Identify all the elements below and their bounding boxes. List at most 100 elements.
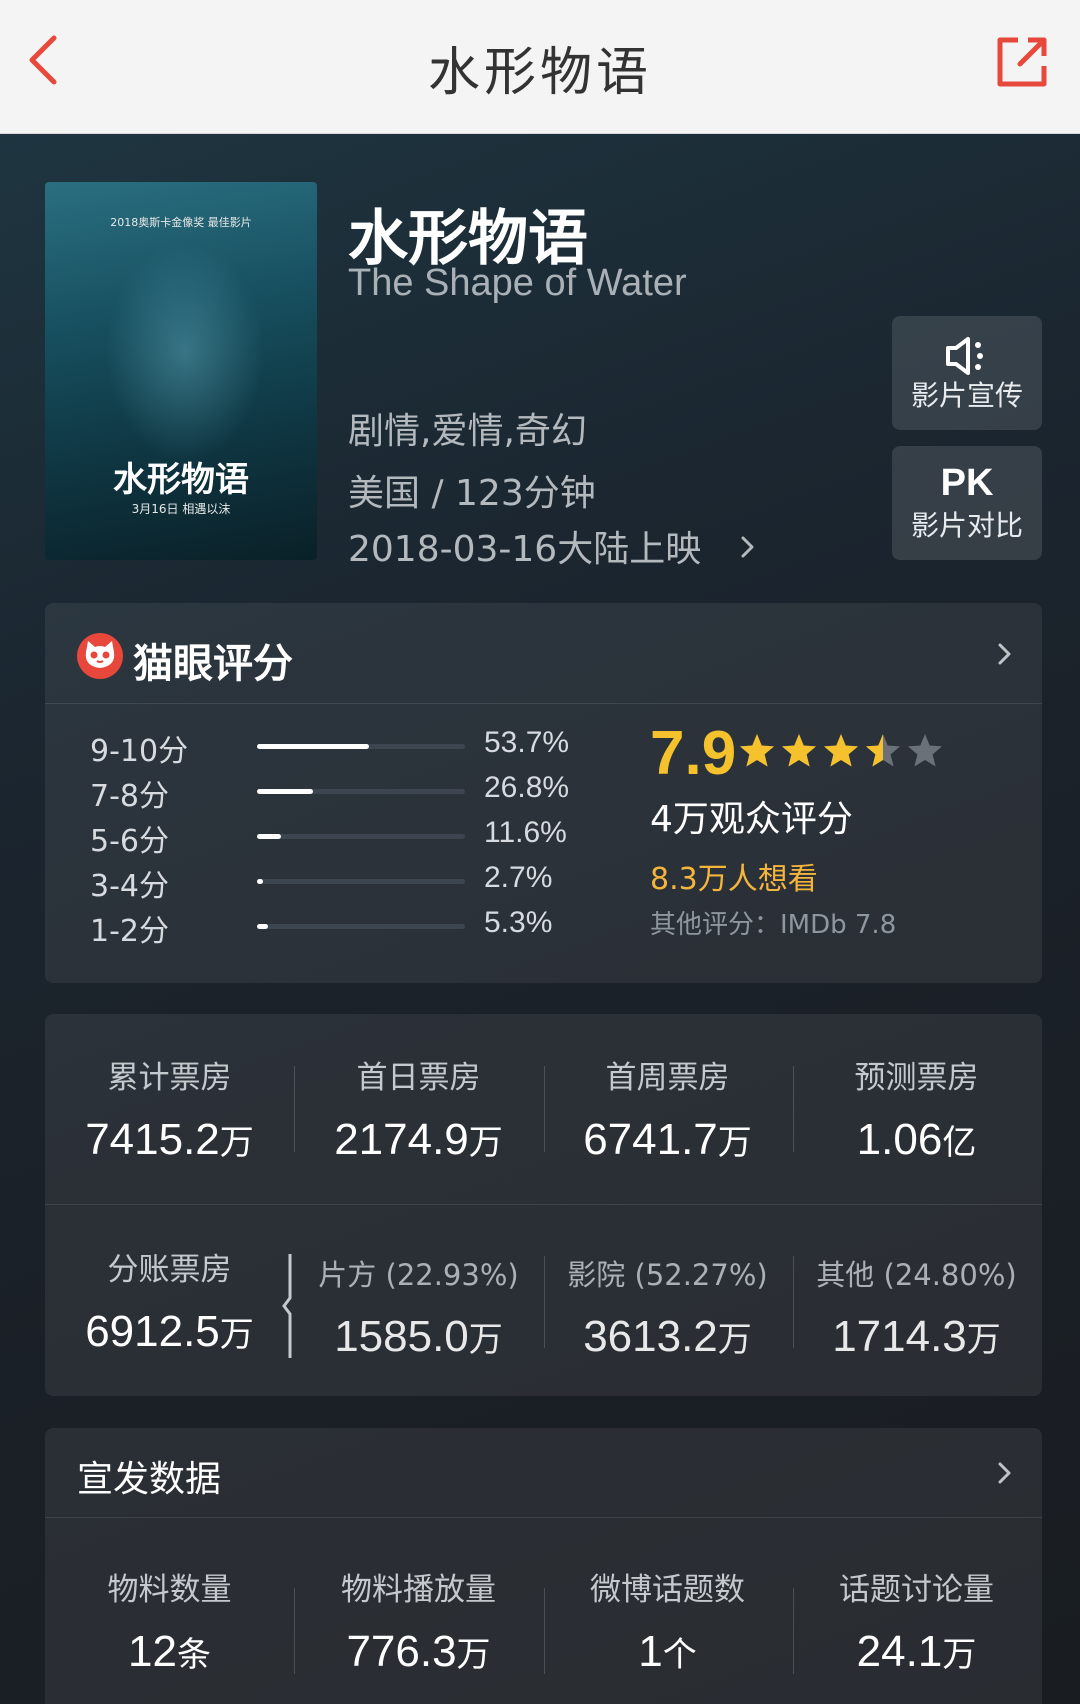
poster-artwork <box>105 242 265 462</box>
promotion-button[interactable]: 影片宣传 <box>892 316 1042 430</box>
star-icon <box>824 734 858 767</box>
movie-english-title: The Shape of Water <box>348 262 687 304</box>
box-office-unit: 万 <box>966 1320 1001 1360</box>
star-icon <box>908 734 942 767</box>
box-office-first-week: 首周票房 6741.7万 <box>543 1052 792 1165</box>
promo-unit: 条 <box>176 1635 211 1675</box>
box-office-split-total: 分账票房 6912.5万 <box>45 1244 294 1357</box>
rating-range-label: 3-4分 <box>90 869 169 904</box>
rating-distribution-row: 7-8分 26.8% <box>90 771 570 814</box>
divider <box>544 1588 545 1674</box>
box-office-caption: 分账票房 <box>107 1252 232 1288</box>
share-button[interactable] <box>994 34 1054 94</box>
promo-topic-discussion: 话题讨论量 24.1万 <box>792 1564 1041 1677</box>
movie-release-date[interactable]: 2018-03-16大陆上映 <box>348 520 701 572</box>
poster-title: 水形物语 <box>113 460 249 500</box>
page-title: 水形物语 <box>427 43 652 103</box>
divider <box>294 1066 295 1152</box>
rating-count: 4万观众评分 <box>650 799 853 840</box>
box-office-value: 3613.2 <box>583 1312 718 1361</box>
promo-material-count: 物料数量 12条 <box>45 1564 294 1677</box>
promo-value: 776.3 <box>346 1627 457 1676</box>
promo-unit: 万 <box>456 1635 491 1675</box>
box-office-value: 1.06 <box>856 1115 943 1164</box>
divider <box>793 1066 794 1152</box>
promo-caption: 话题讨论量 <box>839 1572 994 1608</box>
divider <box>544 1066 545 1152</box>
rating-percent: 26.8% <box>484 771 570 804</box>
rating-distribution-row: 9-10分 53.7% <box>90 726 570 769</box>
box-office-caption: 累计票房 <box>107 1060 232 1096</box>
rating-range-label: 5-6分 <box>90 824 169 859</box>
box-office-cumulative: 累计票房 7415.2万 <box>45 1052 294 1165</box>
rating-stars <box>738 732 944 770</box>
star-icon <box>866 734 900 767</box>
box-office-other: 其他 (24.80%) 1714.3万 <box>792 1252 1041 1362</box>
promotion-data-header[interactable]: 宣发数据 <box>45 1428 1042 1518</box>
box-office-forecast: 预测票房 1.06亿 <box>792 1052 1041 1165</box>
box-office-distributor: 片方 (22.93%) 1585.0万 <box>294 1252 543 1362</box>
poster-award-text: 2018奥斯卡金像奖 最佳影片 <box>110 216 252 229</box>
poster-date: 3月16日 相遇以沫 <box>131 502 231 516</box>
compare-button[interactable]: PK 影片对比 <box>892 446 1042 560</box>
rating-range-label: 9-10分 <box>90 734 189 769</box>
movie-country-duration: 美国 / 123分钟 <box>348 473 596 514</box>
box-office-value: 6741.7 <box>583 1115 718 1164</box>
box-office-caption: 首周票房 <box>605 1060 730 1096</box>
rating-range-label: 7-8分 <box>90 779 169 814</box>
rating-bar-fill <box>257 924 269 929</box>
promo-weibo-topics: 微博话题数 1个 <box>543 1564 792 1677</box>
box-office-unit: 万 <box>219 1123 254 1163</box>
divider <box>294 1588 295 1674</box>
box-office-unit: 万 <box>468 1320 503 1360</box>
rating-percent: 2.7% <box>484 861 553 894</box>
promo-caption: 微博话题数 <box>590 1572 745 1608</box>
promo-play-count: 物料播放量 776.3万 <box>294 1564 543 1677</box>
rating-range-label: 1-2分 <box>90 914 169 949</box>
speaker-icon <box>946 337 983 375</box>
other-score: 其他评分：IMDb 7.8 <box>650 910 897 940</box>
promo-unit: 个 <box>662 1635 697 1675</box>
promo-value: 24.1 <box>856 1627 943 1676</box>
rating-title: 猫眼评分 <box>133 641 293 687</box>
box-office-cinema: 影院 (52.27%) 3613.2万 <box>543 1252 792 1362</box>
promo-caption: 物料播放量 <box>341 1572 496 1608</box>
box-office-value: 7415.2 <box>85 1115 220 1164</box>
rating-bar-fill <box>257 744 369 749</box>
rating-distribution-row: 3-4分 2.7% <box>90 861 570 904</box>
rating-distribution-row: 1-2分 5.3% <box>90 906 570 949</box>
box-office-value: 6912.5 <box>85 1307 220 1356</box>
promotion-data-title: 宣发数据 <box>77 1459 222 1500</box>
promo-caption: 物料数量 <box>107 1572 232 1608</box>
rating-header[interactable]: 猫眼评分 <box>45 603 1042 704</box>
pk-icon: PK <box>940 462 994 504</box>
box-office-caption: 其他 (24.80%) <box>816 1258 1017 1292</box>
box-office-value: 2174.9 <box>334 1115 469 1164</box>
box-office-caption: 片方 (22.93%) <box>318 1258 519 1292</box>
movie-poster[interactable]: 2018奥斯卡金像奖 最佳影片 水形物语 3月16日 相遇以沫 <box>45 182 317 560</box>
box-office-caption: 预测票房 <box>854 1060 979 1096</box>
rating-percent: 5.3% <box>484 906 553 939</box>
chevron-right-icon <box>998 643 1011 665</box>
rating-percent: 11.6% <box>484 816 567 849</box>
box-office-unit: 万 <box>717 1123 752 1163</box>
rating-bar-track <box>257 744 465 749</box>
box-office-first-day: 首日票房 2174.9万 <box>294 1052 543 1165</box>
movie-genre: 剧情,爱情,奇幻 <box>348 411 587 452</box>
star-icon <box>782 734 816 767</box>
rating-percent: 53.7% <box>484 726 570 759</box>
divider <box>45 1204 1042 1205</box>
chevron-right-icon <box>998 1462 1011 1484</box>
chevron-right-icon[interactable] <box>738 532 758 562</box>
want-to-see-count: 8.3万人想看 <box>650 862 818 897</box>
share-icon <box>997 37 1047 87</box>
rating-bar-fill <box>257 834 282 839</box>
box-office-unit: 万 <box>468 1123 503 1163</box>
box-office-caption: 影院 (52.27%) <box>567 1258 768 1292</box>
rating-bar-track <box>257 789 465 794</box>
rating-bar-fill <box>257 879 263 884</box>
promo-unit: 万 <box>942 1635 977 1675</box>
box-office-caption: 首日票房 <box>356 1060 481 1096</box>
divider <box>793 1256 794 1348</box>
promotion-label: 影片宣传 <box>910 379 1023 412</box>
